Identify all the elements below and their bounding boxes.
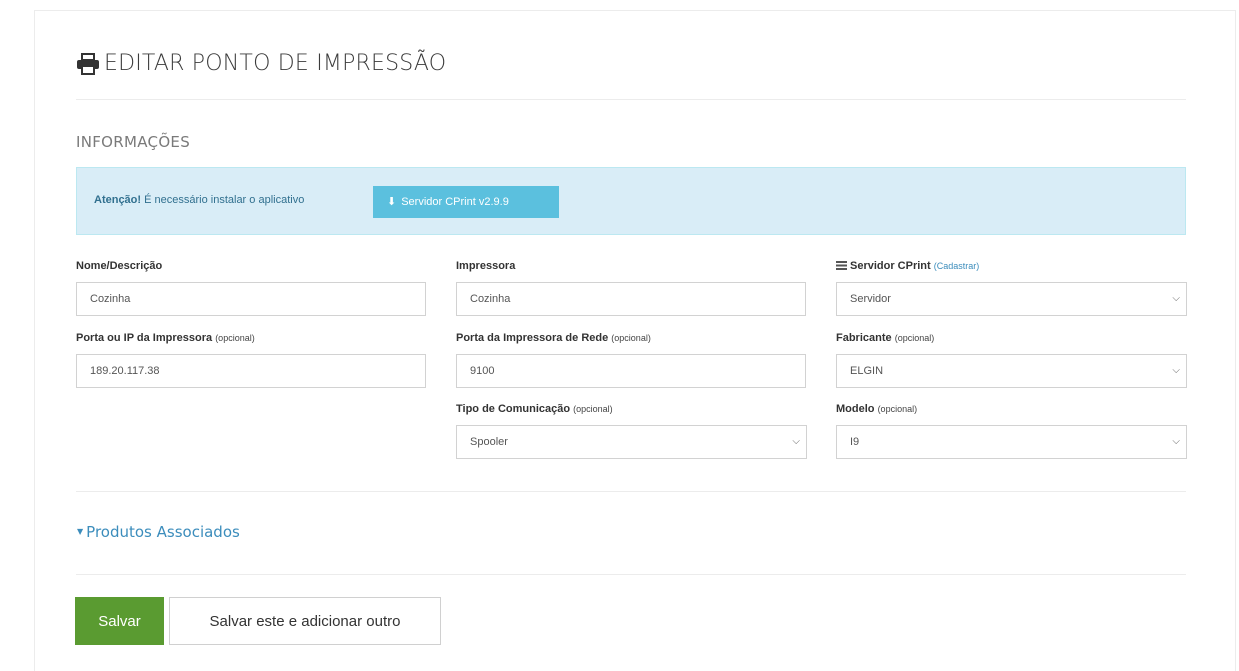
download-cprint-button[interactable]: ⬇ Servidor CPrint v2.9.9: [373, 186, 559, 218]
modelo-select[interactable]: I9 ⌵: [836, 425, 1187, 459]
fabricante-label: Fabricante (opcional): [836, 332, 935, 344]
page-title-text: EDITAR PONTO DE IMPRESSÃO: [104, 51, 447, 76]
porta-ip-input[interactable]: 189.20.117.38: [76, 354, 426, 388]
servidor-select[interactable]: Servidor ⌵: [836, 282, 1187, 316]
divider: [76, 99, 1186, 100]
list-icon: [836, 261, 847, 270]
divider: [76, 491, 1186, 492]
porta-rede-label: Porta da Impressora de Rede (opcional): [456, 332, 651, 344]
porta-ip-label: Porta ou IP da Impressora (opcional): [76, 332, 255, 344]
page-title: EDITAR PONTO DE IMPRESSÃO: [76, 51, 446, 76]
fabricante-select-value: ELGIN: [850, 365, 884, 377]
save-button[interactable]: Salvar: [75, 597, 164, 645]
nome-input[interactable]: Cozinha: [76, 282, 426, 316]
download-icon: ⬇: [387, 196, 397, 208]
alert-text: É necessário instalar o aplicativo: [141, 194, 305, 206]
chevron-down-icon: ⌵: [1172, 293, 1180, 304]
chevron-down-icon: ⌵: [1172, 365, 1180, 376]
porta-rede-input[interactable]: 9100: [456, 354, 806, 388]
tipo-comunicacao-label: Tipo de Comunicação (opcional): [456, 403, 613, 415]
impressora-input[interactable]: Cozinha: [456, 282, 806, 316]
info-alert: Atenção! É necessário instalar o aplicat…: [76, 167, 1186, 235]
servidor-select-value: Servidor: [850, 293, 891, 305]
fabricante-select[interactable]: ELGIN ⌵: [836, 354, 1187, 388]
produtos-associados-toggle[interactable]: ▼ Produtos Associados: [77, 523, 240, 541]
section-title: INFORMAÇÕES: [76, 133, 191, 151]
modelo-label: Modelo (opcional): [836, 403, 918, 415]
chevron-down-icon: ⌵: [1172, 436, 1180, 447]
nome-label: Nome/Descrição: [76, 260, 163, 272]
caret-down-icon: ▼: [77, 527, 84, 536]
download-button-label: Servidor CPrint v2.9.9: [401, 196, 509, 208]
produtos-associados-label: Produtos Associados: [86, 523, 240, 541]
tipo-comunicacao-select[interactable]: Spooler ⌵: [456, 425, 807, 459]
modelo-select-value: I9: [850, 436, 860, 448]
save-and-add-button[interactable]: Salvar este e adicionar outro: [169, 597, 441, 645]
servidor-label: Servidor CPrint (Cadastrar): [836, 260, 979, 272]
alert-strong: Atenção!: [94, 194, 142, 206]
divider: [76, 574, 1186, 575]
alert-message: Atenção! É necessário instalar o aplicat…: [94, 194, 304, 206]
impressora-label: Impressora: [456, 260, 516, 272]
printer-icon: [77, 52, 99, 75]
cadastrar-link[interactable]: (Cadastrar): [934, 261, 980, 271]
tipo-comunicacao-select-value: Spooler: [470, 436, 508, 448]
chevron-down-icon: ⌵: [792, 436, 800, 447]
